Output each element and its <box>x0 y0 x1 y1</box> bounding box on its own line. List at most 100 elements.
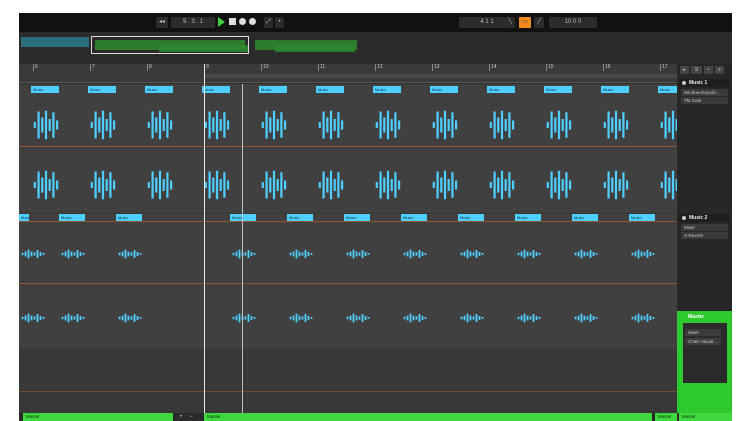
zoom-in-icon[interactable]: + <box>177 413 185 421</box>
channel-name: Music 2 <box>689 215 708 221</box>
bar-label: 10 <box>263 64 269 70</box>
track-music-2[interactable]: Music Music Music Music Music Music Music Music… <box>19 213 677 349</box>
clip-header[interactable]: Music <box>145 86 173 93</box>
bar-label: 6 <box>35 64 38 70</box>
audio-waveform <box>489 110 515 145</box>
clip-header[interactable]: Music <box>88 86 116 93</box>
audio-waveform <box>403 310 427 331</box>
audio-waveform <box>204 110 230 145</box>
metronome-icon[interactable]: • <box>275 17 284 28</box>
track-master-lane[interactable] <box>19 349 677 413</box>
clip-header[interactable]: Music <box>316 86 344 93</box>
timeline-ruler[interactable]: 6 7 8 9 10 11 12 13 14 15 16 17 <box>19 64 677 83</box>
overdub-icon[interactable] <box>249 18 256 25</box>
clip-header[interactable]: Music <box>458 214 484 221</box>
overview-viewport[interactable] <box>91 36 249 54</box>
track-music-1[interactable]: Music Music Music Music Music Music Music Music… <box>19 84 677 213</box>
clip-header[interactable]: Music <box>59 214 85 221</box>
clip-header[interactable]: Music <box>373 86 401 93</box>
channel-header-music-2[interactable]: Music 2 <box>679 214 730 222</box>
device-slot[interactable]: X-Reverb <box>681 232 728 239</box>
audio-waveform <box>90 170 116 205</box>
audio-waveform <box>460 310 484 331</box>
audio-waveform <box>289 246 313 267</box>
audio-waveform <box>517 310 541 331</box>
expand-icon[interactable]: ▸ <box>680 66 689 74</box>
bottom-bar: Master + − Master Master Master <box>19 413 732 421</box>
clip-header[interactable]: Music <box>601 86 629 93</box>
clip-header[interactable]: Music <box>572 214 598 221</box>
audio-waveform <box>232 310 256 331</box>
clip-header[interactable]: Music <box>116 214 142 221</box>
overview-clip <box>21 37 89 47</box>
audio-waveform <box>574 246 598 267</box>
loop-region[interactable] <box>204 74 677 78</box>
counter-display[interactable]: 10 0 0 <box>549 17 597 28</box>
device-slot[interactable]: Chain Visual... <box>685 338 721 345</box>
device-slot[interactable]: Window Equaliz... <box>681 89 728 96</box>
play-icon[interactable] <box>218 17 225 27</box>
audio-waveform <box>61 246 85 267</box>
stop-icon[interactable] <box>229 18 236 25</box>
audio-waveform <box>118 246 142 267</box>
channel-icon <box>682 81 686 85</box>
master-header[interactable]: Master <box>680 313 728 321</box>
clip-header[interactable]: Music <box>487 86 515 93</box>
clip-header[interactable]: Music <box>19 214 31 221</box>
master-strip[interactable]: Master <box>679 413 732 421</box>
clip-header[interactable]: Music <box>430 86 458 93</box>
settings-icon[interactable]: ≡ <box>715 66 724 74</box>
clip-header[interactable]: Music <box>230 214 256 221</box>
clip-header[interactable]: Music <box>287 214 313 221</box>
device-slot[interactable]: Mixer <box>685 329 721 336</box>
rewind-button[interactable]: ◂◂ <box>156 17 168 28</box>
clip-header[interactable]: Music <box>658 86 677 93</box>
audio-waveform <box>90 110 116 145</box>
playhead[interactable] <box>242 84 243 413</box>
audio-waveform <box>318 170 344 205</box>
clip-header[interactable]: Music <box>259 86 287 93</box>
clip-header[interactable]: Music <box>629 214 655 221</box>
record-icon[interactable] <box>239 18 246 25</box>
device-slot[interactable]: TM Gain <box>681 97 728 104</box>
master-clip-right[interactable]: Master <box>204 413 652 421</box>
audio-waveform <box>147 170 173 205</box>
audio-waveform <box>118 310 142 331</box>
draw-tool-icon[interactable]: ╲ <box>505 17 515 28</box>
solo-button[interactable]: S <box>691 66 702 74</box>
zoom-out-icon[interactable]: − <box>187 413 195 421</box>
loop-icon[interactable]: ⤢ <box>264 17 273 28</box>
clip-header[interactable]: Music <box>515 214 541 221</box>
channel-header-music-1[interactable]: Music 1 <box>679 79 730 87</box>
clip-header[interactable]: Music <box>202 86 230 93</box>
bar-label: 12 <box>377 64 383 70</box>
bar-label: 16 <box>605 64 611 70</box>
mute-icon[interactable]: • <box>704 66 713 74</box>
channel-icon <box>682 216 686 220</box>
audio-waveform <box>489 170 515 205</box>
pencil-tool-icon[interactable]: ╱ <box>534 17 544 28</box>
pointer-tool-icon[interactable]: ▭ <box>519 17 531 28</box>
clip-header[interactable]: Music <box>401 214 427 221</box>
device-panel: ▸ S • ≡ Music 1 Window Equaliz... TM Gai… <box>677 64 732 421</box>
audio-waveform <box>33 170 59 205</box>
audio-waveform <box>147 110 173 145</box>
master-channel[interactable]: Master Mixer Chain Visual... <box>677 311 732 421</box>
arrangement-overview[interactable] <box>19 32 732 64</box>
audio-waveform <box>346 310 370 331</box>
device-slot[interactable]: Mixer <box>681 224 728 231</box>
loop-start-marker[interactable] <box>204 64 205 413</box>
position-display[interactable]: 9 . 3 . 1 <box>171 17 215 28</box>
audio-waveform <box>660 110 677 145</box>
audio-waveform <box>375 170 401 205</box>
master-clip-left[interactable]: Master <box>23 413 173 421</box>
audio-waveform <box>61 310 85 331</box>
clip-header[interactable]: Music <box>31 86 59 93</box>
audio-waveform <box>403 246 427 267</box>
bar-label: 14 <box>491 64 497 70</box>
bar-label: 8 <box>149 64 152 70</box>
clip-header[interactable]: Music <box>344 214 370 221</box>
audio-waveform <box>546 170 572 205</box>
master-clip-end[interactable]: Master <box>655 413 677 421</box>
clip-header[interactable]: Music <box>544 86 572 93</box>
